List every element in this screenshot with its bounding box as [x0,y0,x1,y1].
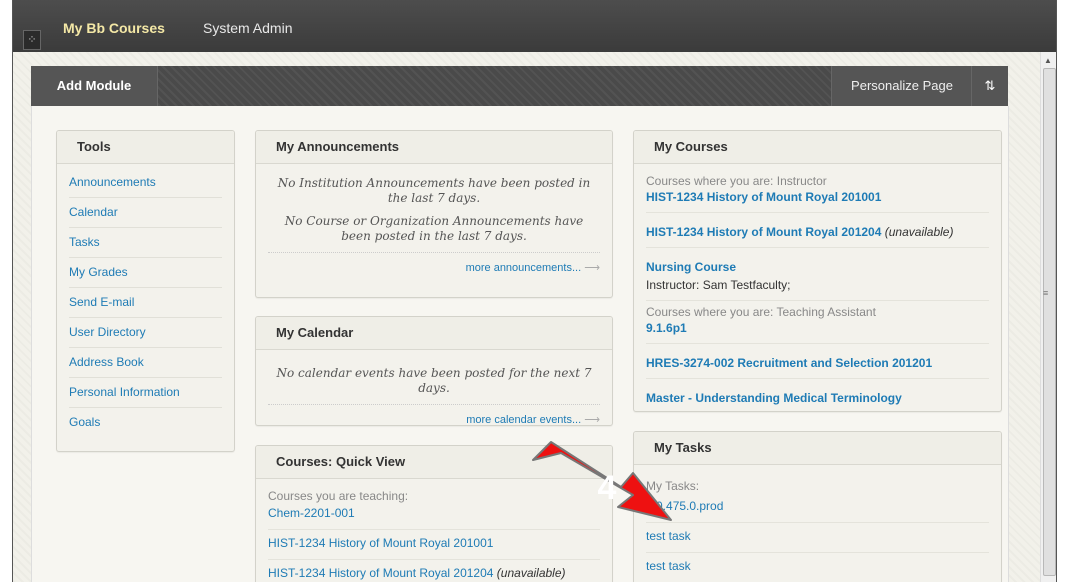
tool-my-grades[interactable]: My Grades [69,258,222,288]
instructor-role-label: Courses where you are: Instructor [646,174,827,188]
unavailable-tag: (unavailable) [496,566,566,580]
tool-user-directory[interactable]: User Directory [69,318,222,348]
course-hist-201001[interactable]: HIST-1234 History of Mount Royal 201001 [646,188,989,213]
unavailable-tag: (unavailable) [884,225,954,239]
quick-course-hist-201204[interactable]: HIST-1234 History of Mount Royal 201204 … [268,560,600,582]
calendar-module: My Calendar No calendar events have been… [255,316,613,426]
tool-announcements[interactable]: Announcements [69,168,222,198]
course-hist-201204[interactable]: HIST-1234 History of Mount Royal 201204 … [646,219,989,248]
add-module-button[interactable]: Add Module [31,66,158,106]
tool-tasks[interactable]: Tasks [69,228,222,258]
task-item[interactable]: 9.0.475.0.prod [646,493,989,523]
step-arrow-annotation: 4 [532,441,672,521]
my-courses-module: My Courses Courses where you are: Instru… [633,130,1002,412]
course-hres-3274[interactable]: HRES-3274-002 Recruitment and Selection … [646,350,989,379]
content-panel: Tools Announcements Calendar Tasks My Gr… [31,106,1009,582]
browser-frame: ⁘ My Bb Courses System Admin Add Module … [12,0,1057,582]
tab-my-bb-courses[interactable]: My Bb Courses [63,20,165,36]
course-medical-terminology[interactable]: Master - Understanding Medical Terminolo… [646,385,989,411]
task-item[interactable]: test task [646,553,989,582]
tools-title: Tools [57,131,234,164]
more-announcements-link[interactable]: more announcements... ⟶ [268,252,600,274]
scrollbar-thumb[interactable] [1043,68,1056,576]
course-9-1-6p1[interactable]: 9.1.6p1 [646,319,989,344]
tool-calendar[interactable]: Calendar [69,198,222,228]
personalize-page-button[interactable]: Personalize Page [831,66,972,106]
quick-course-hist-201204-name: HIST-1234 History of Mount Royal 201204 [268,566,494,580]
more-calendar-events-link[interactable]: more calendar events... ⟶ [268,404,600,425]
tasks-label: My Tasks: [646,479,700,493]
tool-personal-information[interactable]: Personal Information [69,378,222,408]
nursing-instructor: Instructor: Sam Testfaculty; [646,278,989,292]
my-tasks-title: My Tasks [634,432,1001,465]
vertical-scrollbar[interactable]: ▲ ≡ [1040,52,1056,582]
instructor-label: Instructor: [646,278,700,292]
more-announcements-label: more announcements... [465,262,582,274]
tools-module: Tools Announcements Calendar Tasks My Gr… [56,130,235,452]
module-action-bar: Add Module Personalize Page ⇅ [31,66,1008,106]
course-announcements-text: No Course or Organization Announcements … [284,214,584,243]
tool-address-book[interactable]: Address Book [69,348,222,378]
my-courses-title: My Courses [634,131,1001,164]
announcements-title: My Announcements [256,131,612,164]
instructor-name: Sam Testfaculty; [702,278,791,292]
step-number: 4 [598,469,617,507]
calendar-empty-text: No calendar events have been posted for … [276,366,592,395]
tool-goals[interactable]: Goals [69,408,222,437]
divider [646,300,989,301]
announcements-module: My Announcements No Institution Announce… [255,130,613,298]
tool-send-email[interactable]: Send E-mail [69,288,222,318]
top-navigation-bar: ⁘ My Bb Courses System Admin [13,0,1056,52]
drag-handle-icon[interactable]: ⁘ [23,30,41,50]
scroll-up-arrow-icon[interactable]: ▲ [1044,56,1052,65]
task-item[interactable]: test task [646,523,989,553]
course-hist-201204-name: HIST-1234 History of Mount Royal 201204 [646,225,882,239]
ta-role-label: Courses where you are: Teaching Assistan… [646,305,876,319]
tab-system-admin[interactable]: System Admin [203,20,292,36]
arrow-right-icon: ⟶ [584,262,600,274]
my-tasks-module: My Tasks My Tasks: 9.0.475.0.prod test t… [633,431,1002,582]
calendar-title: My Calendar [256,317,612,350]
reorder-modules-icon[interactable]: ⇅ [971,66,1008,106]
institution-announcements-text: No Institution Announcements have been p… [277,176,591,205]
scroll-grip-icon: ≡ [1043,288,1049,298]
